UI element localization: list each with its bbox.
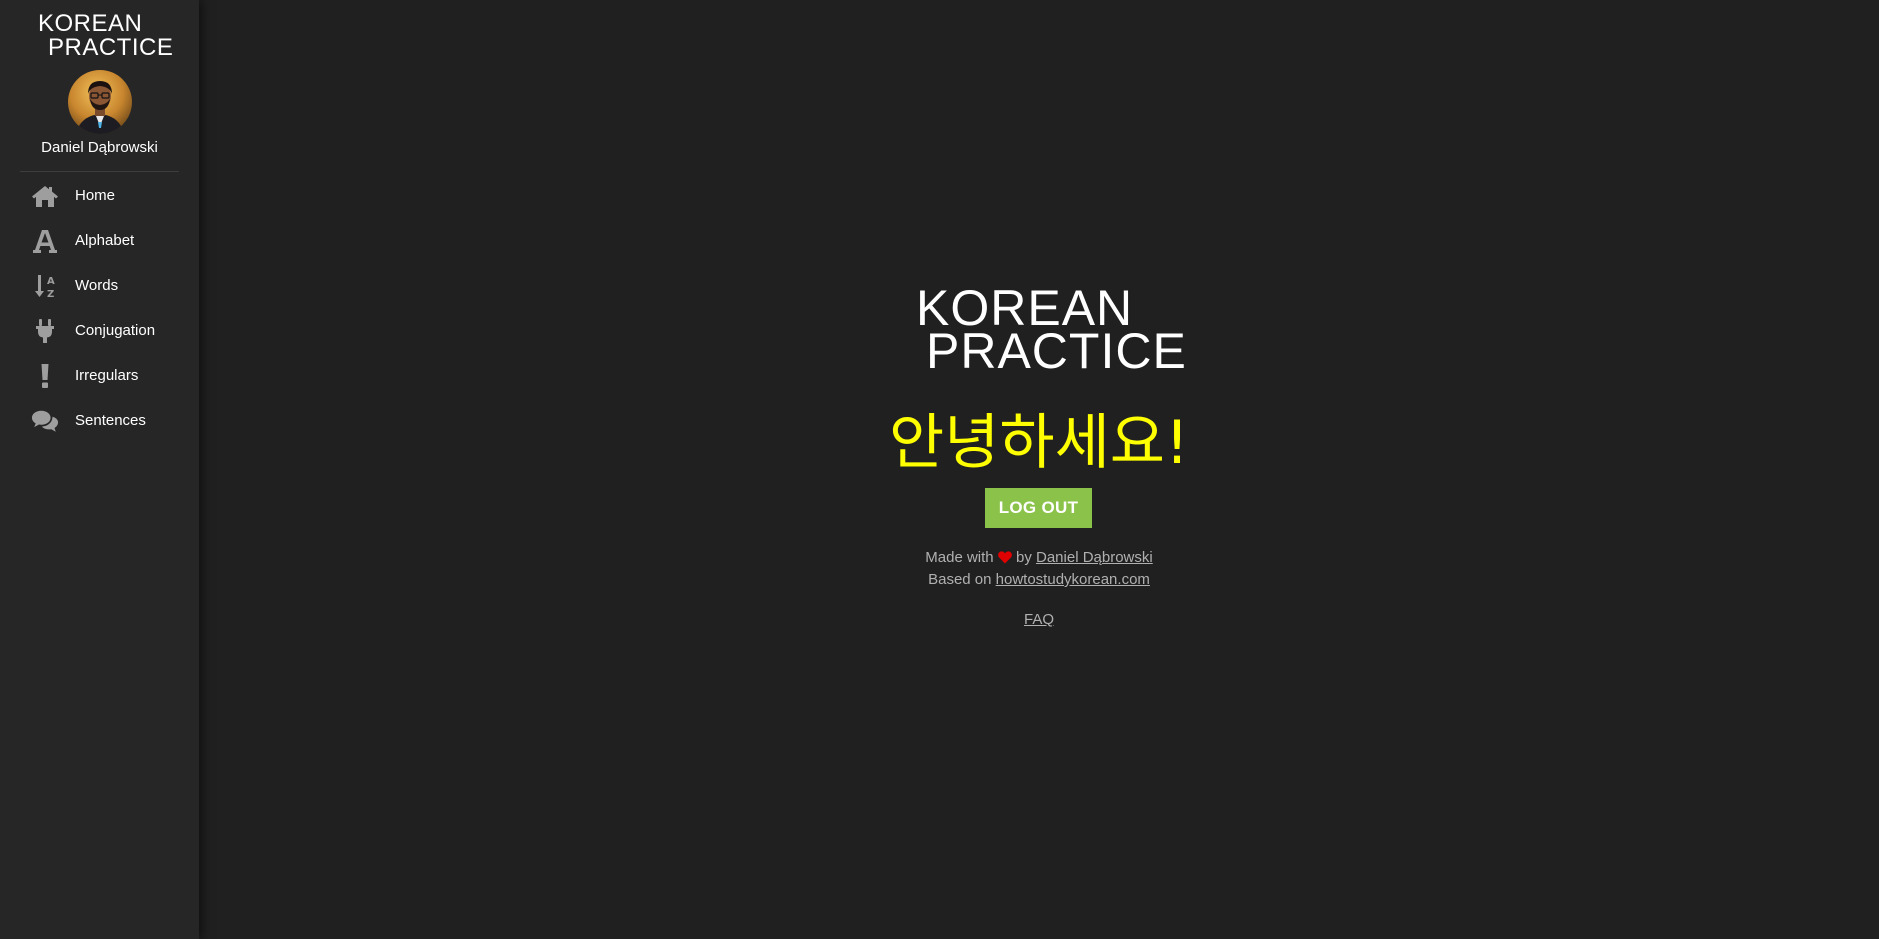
footer-faq-line: FAQ xyxy=(199,610,1879,630)
sort-alpha-icon: A Z xyxy=(31,272,59,300)
heart-icon xyxy=(997,550,1012,570)
sidebar-username: Daniel Dąbrowski xyxy=(41,139,158,156)
sidebar-item-irregulars[interactable]: Irregulars xyxy=(0,353,199,398)
sidebar-item-sentences[interactable]: Sentences xyxy=(0,398,199,443)
svg-text:A: A xyxy=(47,276,55,287)
sidebar-logo-line1: KOREAN xyxy=(38,10,143,37)
footer: Made with by Daniel Dąbrowski Based on h… xyxy=(199,548,1879,630)
sidebar-item-label: Alphabet xyxy=(75,232,135,249)
sidebar-nav: Home Alphabet A Z Words Conjugation Irre… xyxy=(0,173,199,443)
greeting-text: 안녕하세요! xyxy=(888,408,1190,478)
sidebar-item-label: Words xyxy=(75,277,119,294)
footer-based-on-line: Based on howtostudykorean.com xyxy=(199,570,1879,590)
sidebar-divider xyxy=(20,171,179,172)
author-link[interactable]: Daniel Dąbrowski xyxy=(1036,549,1153,566)
sidebar-item-alphabet[interactable]: Alphabet xyxy=(0,218,199,263)
sidebar-item-words[interactable]: A Z Words xyxy=(0,263,199,308)
footer-credits-line: Made with by Daniel Dąbrowski xyxy=(199,548,1879,570)
avatar-image xyxy=(68,70,132,134)
footer-made-with-text: Made with xyxy=(925,549,994,566)
sidebar-logo-line2: PRACTICE xyxy=(48,34,174,61)
hero-logo-line2: PRACTICE xyxy=(926,323,1187,379)
home-icon xyxy=(31,182,59,210)
footer-by-text: by xyxy=(1015,549,1032,566)
plug-icon xyxy=(31,317,59,345)
sidebar-item-label: Conjugation xyxy=(75,322,156,339)
sidebar-item-label: Home xyxy=(75,187,116,204)
sidebar-item-home[interactable]: Home xyxy=(0,173,199,218)
sidebar-item-label: Irregulars xyxy=(75,367,139,384)
app-root: KOREAN PRACTICE Daniel Dąbrowski Home Al… xyxy=(0,0,1879,939)
comments-icon xyxy=(31,407,59,435)
sidebar-item-conjugation[interactable]: Conjugation xyxy=(0,308,199,353)
footer-based-on-text: Based on xyxy=(928,571,992,588)
avatar xyxy=(68,70,132,134)
font-icon xyxy=(31,227,59,255)
sidebar-logo[interactable]: KOREAN PRACTICE xyxy=(38,12,188,60)
svg-text:Z: Z xyxy=(47,289,54,299)
source-link[interactable]: howtostudykorean.com xyxy=(996,571,1150,588)
exclamation-icon xyxy=(31,362,59,390)
hero-logo: KOREAN PRACTICE xyxy=(916,283,1216,379)
main-content: KOREAN PRACTICE 안녕하세요! LOG OUT Made with… xyxy=(199,0,1879,939)
logout-button[interactable]: LOG OUT xyxy=(985,488,1092,528)
sidebar-item-label: Sentences xyxy=(75,412,146,429)
sidebar: KOREAN PRACTICE Daniel Dąbrowski Home Al… xyxy=(0,0,199,939)
faq-link[interactable]: FAQ xyxy=(1024,611,1054,628)
